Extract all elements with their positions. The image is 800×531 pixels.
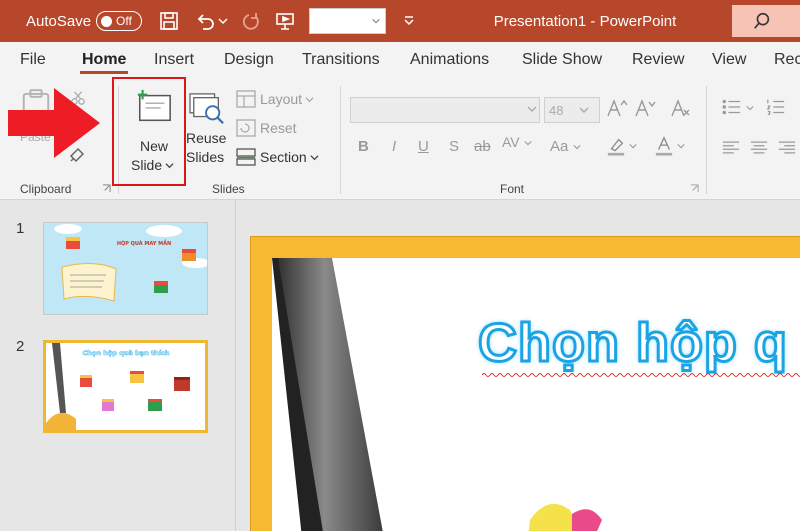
autosave-label: AutoSave [26,12,92,30]
spellcheck-underline [482,373,800,377]
change-case-label: Aa [550,138,569,155]
slide-2-title: Chọn hộp quà bạn thích [82,349,169,357]
tab-transitions[interactable]: Transitions [302,42,380,78]
chevron-down-icon[interactable] [746,104,754,112]
reuse-slides-label-2: Slides [186,149,225,165]
numbering-icon[interactable] [766,98,786,116]
tab-insert[interactable]: Insert [154,42,194,78]
chevron-down-icon [572,145,581,150]
slide-title-text[interactable]: Chọn hộp q [477,312,789,375]
layout-label: Layout [260,91,303,107]
title-bar: AutoSave Off Presentation1 - PowerPoint [0,0,800,42]
quick-font-box[interactable] [309,8,386,34]
reuse-slides-icon [189,93,224,124]
tab-recording[interactable]: Rec [774,42,800,78]
undo-dropdown-icon[interactable] [216,8,230,34]
tab-review[interactable]: Review [632,42,684,78]
chevron-down-icon [305,96,314,102]
layout-button[interactable]: Layout [236,90,314,108]
chevron-down-icon [677,144,685,149]
layout-icon [236,90,256,108]
chevron-down-icon [629,144,637,149]
underline-button[interactable]: U [418,138,429,155]
chevron-down-icon [523,141,532,146]
toggle-knob [101,15,112,27]
save-icon[interactable] [156,8,182,34]
font-color-button[interactable] [654,136,685,156]
font-size-value: 48 [549,102,564,118]
slide-2-preview: Chọn hộp quà bạn thích [46,343,190,430]
highlight-color-button[interactable] [606,136,637,156]
tab-slide-show[interactable]: Slide Show [522,42,602,78]
reuse-slides-label-1: Reuse [186,130,227,146]
decrease-font-size-icon[interactable] [634,98,656,118]
align-left-icon[interactable] [722,140,740,155]
font-launcher-icon[interactable] [690,184,699,193]
font-family-box[interactable] [350,97,540,123]
tab-home[interactable]: Home [79,42,129,78]
bold-button[interactable]: B [358,138,369,155]
strikethrough-button[interactable]: ab [474,138,491,155]
italic-button[interactable]: I [392,138,396,155]
font-family-dropdown-icon[interactable] [527,104,537,114]
search-icon [754,12,770,29]
bullets-icon[interactable] [722,98,742,116]
new-slide-highlight-box [112,77,186,186]
chevron-down-icon [310,154,319,160]
slide-thumbnail-1[interactable]: HỘP QUÀ MAY MẮN [43,222,208,315]
slide-thumbnail-2-selected[interactable]: Chọn hộp quà bạn thích [43,340,208,433]
red-arrow-annotation [8,88,100,158]
reuse-slides-button[interactable] [188,92,226,126]
document-title: Presentation1 - PowerPoint [493,12,677,30]
ribbon-tabs: File Home Insert Design Transitions Anim… [0,42,800,78]
reset-label: Reset [260,120,297,136]
ribbon-separator [706,86,707,194]
align-center-icon[interactable] [750,140,768,155]
customize-toolbar-icon[interactable] [396,8,422,34]
section-icon [236,148,256,166]
font-size-box[interactable]: 48 [544,97,600,123]
slide-artwork [272,258,602,531]
change-case-button[interactable]: Aa [550,138,581,155]
section-button[interactable]: Section [236,148,319,166]
clipboard-launcher-icon[interactable] [102,184,111,193]
highlighter-icon [607,138,625,156]
section-label: Section [260,149,307,165]
redo-icon[interactable] [238,8,264,34]
font-size-dropdown-icon [579,107,589,113]
increase-font-size-icon[interactable] [606,98,628,118]
slides-group-label: Slides [212,182,245,196]
slide-number-2: 2 [16,338,25,355]
autosave-toggle[interactable]: Off [96,11,142,31]
clear-formatting-icon[interactable] [670,98,692,118]
tab-file[interactable]: File [20,42,46,78]
ribbon-separator [340,86,341,194]
character-spacing-button[interactable]: AV [502,134,532,150]
slide-1-preview: HỘP QUÀ MAY MẮN [54,224,207,302]
tab-view[interactable]: View [712,42,746,78]
tab-design[interactable]: Design [224,42,274,78]
align-right-icon[interactable] [778,140,796,155]
search-button[interactable] [732,5,800,37]
reset-button[interactable]: Reset [236,119,297,137]
start-from-beginning-icon[interactable] [272,8,298,34]
autosave-state: Off [116,14,132,28]
slide-1-title: HỘP QUÀ MAY MẮN [117,239,171,247]
clipboard-group-label: Clipboard [20,182,72,196]
font-group-label: Font [500,182,525,196]
undo-icon[interactable] [192,8,218,34]
reset-icon [236,119,256,137]
tab-animations[interactable]: Animations [410,42,489,78]
current-slide[interactable] [272,258,800,531]
character-spacing-label: AV [502,134,520,150]
font-color-icon [655,136,673,156]
slide-number-1: 1 [16,220,25,237]
text-shadow-button[interactable]: S [449,138,459,155]
